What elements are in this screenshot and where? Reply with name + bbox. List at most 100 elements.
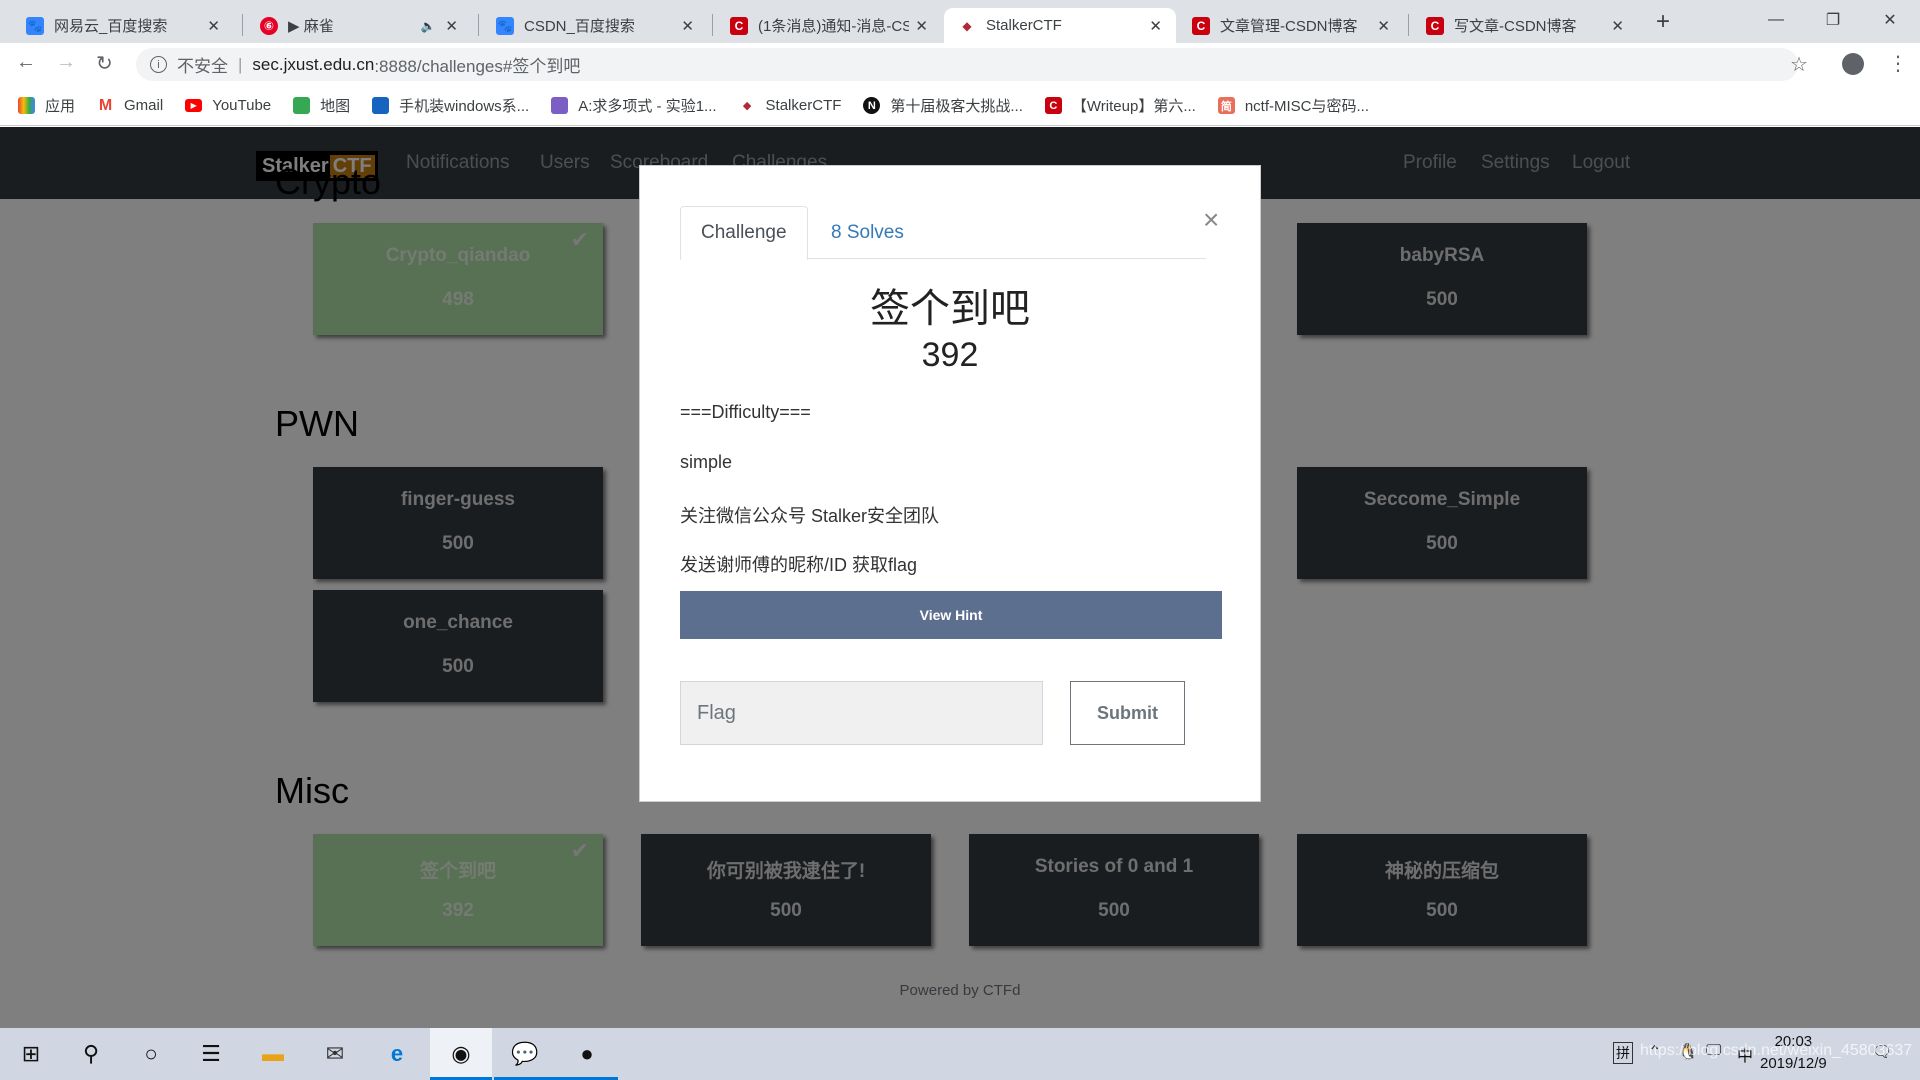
tab-separator [1408, 14, 1409, 36]
divider: | [238, 54, 243, 74]
close-tab-icon[interactable]: ✕ [1611, 17, 1624, 35]
bookmark-star-icon[interactable]: ☆ [1790, 52, 1808, 77]
bookmark-label: A:求多项式 - 实验1... [578, 98, 717, 115]
bookmark-item[interactable]: 简 nctf-MISC与密码... [1217, 95, 1369, 116]
browser-tab[interactable]: C (1条消息)通知-消息-CS ✕ [716, 8, 942, 43]
avatar-app-icon[interactable]: ● [556, 1028, 618, 1080]
windows-start-icon[interactable]: ⊞ [0, 1028, 62, 1080]
bookmark-item[interactable]: A:求多项式 - 实验1... [551, 95, 717, 116]
browser-tab[interactable]: C 文章管理-CSDN博客 ✕ [1178, 8, 1404, 43]
page-viewport: StalkerCTF Notifications Users Scoreboar… [0, 127, 1920, 1028]
csdn-icon: C [1426, 16, 1444, 35]
bookmark-label: 手机装windows系... [399, 98, 530, 115]
chrome-icon[interactable]: ◉ [430, 1028, 492, 1080]
maps-icon [293, 97, 311, 114]
browser-tab[interactable]: 🐾 网易云_百度搜索 ✕ [12, 8, 234, 43]
forward-arrow-icon[interactable]: → [56, 51, 76, 74]
tab-title: (1条消息)通知-消息-CS [758, 18, 910, 35]
bookmark-youtube[interactable]: ▶ YouTube [185, 97, 271, 114]
profile-avatar-icon[interactable] [1842, 53, 1864, 75]
browser-toolbar: ← → ↻ i 不安全 | sec.jxust.edu.cn :8888/cha… [0, 43, 1920, 86]
browser-tab[interactable]: C 写文章-CSDN博客 ✕ [1412, 8, 1638, 43]
close-tab-icon[interactable]: ✕ [681, 17, 694, 35]
bookmark-label: YouTube [212, 97, 272, 114]
close-tab-icon[interactable]: ✕ [445, 17, 458, 35]
windows-taskbar: ⊞ ⚲ ○ ☰ ▬ ✉ e ◉ 💬 ● 拼 ⌃ 🐧 🖵 中 20:03 2019… [0, 1028, 1920, 1080]
bookmark-item[interactable]: N 第十届极客大挑战... [863, 95, 1023, 116]
baidu-paw-icon: 🐾 [26, 16, 44, 35]
youtube-icon: ▶ [185, 99, 203, 112]
csdn-icon: C [730, 16, 748, 35]
url-path: :8888/challenges#签个到吧 [374, 57, 581, 76]
description-line: 关注微信公众号 Stalker安全团队 [680, 506, 940, 526]
close-icon[interactable]: × [1203, 206, 1219, 234]
close-tab-icon[interactable]: ✕ [1149, 17, 1162, 35]
bookmark-stalkerctf[interactable]: ◆ StalkerCTF [739, 97, 842, 114]
menu-kebab-icon[interactable]: ⋮ [1888, 51, 1908, 76]
browser-tab[interactable]: 🐾 CSDN_百度搜索 ✕ [482, 8, 708, 43]
edge-icon[interactable]: e [366, 1028, 428, 1080]
bookmark-apps[interactable]: 应用 [18, 95, 75, 116]
tab-separator [478, 14, 479, 36]
view-hint-button[interactable]: View Hint [680, 591, 1222, 639]
audio-playing-icon[interactable]: 🔈 [420, 19, 435, 33]
info-icon[interactable]: i [150, 56, 167, 73]
cortana-icon[interactable]: ○ [120, 1028, 182, 1080]
tab-solves[interactable]: 8 Solves [811, 206, 924, 260]
back-arrow-icon[interactable]: ← [16, 51, 36, 74]
flag-input[interactable]: Flag [680, 681, 1043, 745]
ime-mode-icon[interactable]: 拼 [1613, 1042, 1633, 1064]
bookmark-icon: N [863, 97, 881, 114]
netease-music-icon: ⑥ [260, 16, 278, 35]
wechat-icon[interactable]: 💬 [494, 1028, 556, 1080]
bookmark-item[interactable]: 手机装windows系... [372, 95, 529, 116]
description-line: ===Difficulty=== [680, 402, 811, 422]
modal-tabs: Challenge 8 Solves [680, 206, 1206, 260]
minimize-button[interactable]: — [1746, 0, 1806, 40]
bookmark-label: 【Writeup】第六... [1071, 98, 1196, 115]
window-close-button[interactable]: ✕ [1860, 0, 1920, 40]
bookmark-icon [372, 97, 390, 114]
address-bar[interactable]: i 不安全 | sec.jxust.edu.cn :8888/challenge… [136, 48, 1798, 81]
browser-tab-strip: 🐾 网易云_百度搜索 ✕ ⑥ ▶ 麻雀 🔈 ✕ 🐾 CSDN_百度搜索 ✕ C … [0, 0, 1920, 43]
reload-icon[interactable]: ↻ [96, 51, 113, 76]
tab-title: StalkerCTF [986, 17, 1062, 34]
restore-button[interactable]: ❐ [1803, 0, 1863, 40]
tab-title: ▶ 麻雀 [288, 18, 334, 35]
submit-button[interactable]: Submit [1070, 681, 1185, 745]
mail-icon[interactable]: ✉ [304, 1028, 366, 1080]
new-tab-button[interactable]: + [1656, 8, 1670, 36]
bookmark-icon [551, 97, 569, 114]
browser-tab-active[interactable]: ◆ StalkerCTF ✕ [944, 8, 1176, 43]
tab-separator [712, 14, 713, 36]
gmail-icon: M [98, 96, 113, 114]
challenge-modal: Challenge 8 Solves × 签个到吧 392 ===Difficu… [639, 165, 1261, 802]
browser-tab[interactable]: ⑥ ▶ 麻雀 🔈 ✕ [246, 8, 472, 43]
bookmark-label: StalkerCTF [765, 97, 842, 114]
security-label[interactable]: 不安全 [177, 52, 228, 77]
jianshu-icon: 简 [1217, 97, 1235, 114]
baidu-paw-icon: 🐾 [496, 16, 514, 35]
bookmark-label: 应用 [45, 98, 76, 115]
file-explorer-icon[interactable]: ▬ [242, 1028, 304, 1080]
search-icon[interactable]: ⚲ [60, 1028, 122, 1080]
csdn-icon: C [1192, 16, 1210, 35]
tab-challenge[interactable]: Challenge [680, 206, 808, 260]
apps-grid-icon [18, 97, 35, 114]
bookmark-gmail[interactable]: M Gmail [97, 96, 163, 115]
close-tab-icon[interactable]: ✕ [915, 17, 928, 35]
csdn-icon: C [1044, 97, 1062, 114]
bookmark-maps[interactable]: 地图 [293, 95, 350, 116]
task-view-icon[interactable]: ☰ [180, 1028, 242, 1080]
stalkerctf-icon: ◆ [962, 18, 972, 33]
challenge-points: 392 [921, 336, 979, 374]
stalkerctf-icon: ◆ [742, 100, 752, 112]
url-host: sec.jxust.edu.cn [252, 54, 375, 74]
bookmark-item[interactable]: C 【Writeup】第六... [1044, 95, 1196, 116]
bookmarks-bar: 应用 M Gmail ▶ YouTube 地图 手机装windows系... A:求… [0, 86, 1920, 126]
close-tab-icon[interactable]: ✕ [1377, 17, 1390, 35]
description-line: simple [680, 452, 733, 472]
challenge-title: 签个到吧 [870, 287, 1030, 331]
close-tab-icon[interactable]: ✕ [207, 17, 220, 35]
description-line: 发送谢师傅的昵称/ID 获取flag [680, 555, 918, 575]
